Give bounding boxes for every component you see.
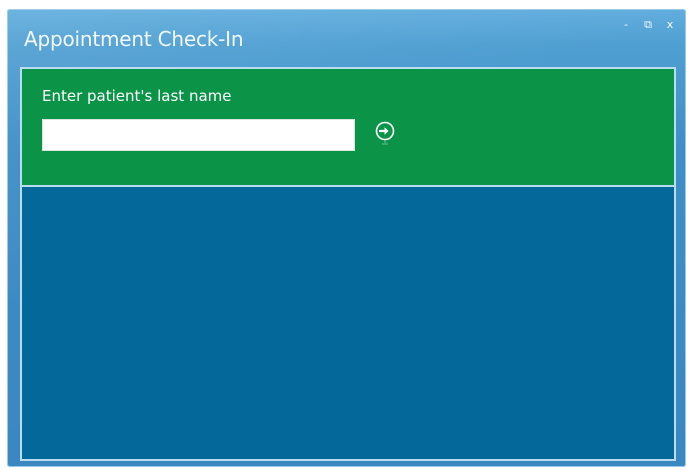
window-controls: - ⧉ x (618, 17, 678, 31)
check-in-window: Appointment Check-In - ⧉ x Enter patient… (7, 9, 686, 467)
last-name-prompt: Enter patient's last name (42, 87, 232, 105)
minimize-button[interactable]: - (618, 17, 634, 31)
close-button[interactable]: x (662, 17, 678, 31)
content-panel: Enter patient's last name (20, 67, 676, 461)
last-name-input[interactable] (42, 119, 355, 151)
window-title: Appointment Check-In (24, 27, 244, 51)
patient-search-panel: Enter patient's last name (22, 69, 674, 187)
restore-button[interactable]: ⧉ (640, 17, 656, 31)
arrow-right-circle-icon (375, 121, 395, 145)
search-go-button[interactable] (373, 121, 397, 149)
results-area (22, 187, 674, 459)
